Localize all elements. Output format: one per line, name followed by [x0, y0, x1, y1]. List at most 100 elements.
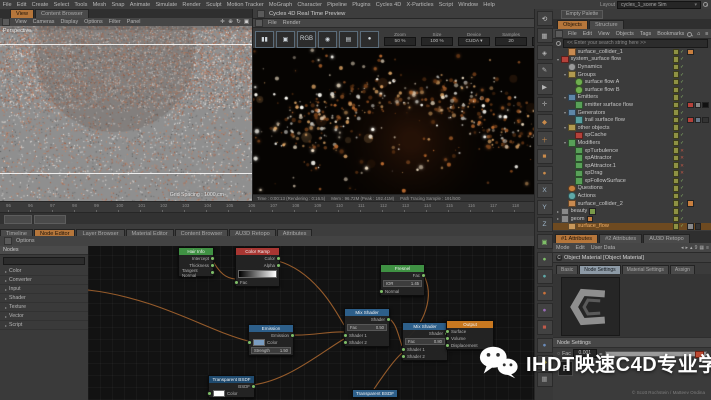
layout-dropdown[interactable]: cycles_1_scene Sim ▾	[617, 1, 701, 9]
tab-node-settings[interactable]: Node Settings	[579, 265, 620, 274]
output-port[interactable]	[251, 384, 256, 389]
visibility-toggles[interactable]: ✓	[673, 140, 685, 147]
menu-pipeline[interactable]: Pipeline	[325, 2, 350, 8]
tag-icon[interactable]	[695, 117, 702, 124]
rotate-icon[interactable]: ↻	[235, 19, 242, 25]
tab--2-attributes[interactable]: #2 Attributes	[599, 234, 642, 243]
tag-icon[interactable]	[687, 223, 694, 230]
menu-script[interactable]: Script	[436, 2, 456, 8]
object-row-dynamics[interactable]: Dynamics✓	[553, 63, 711, 71]
enabled-icon[interactable]: ✓	[680, 223, 684, 229]
tool-icon-13[interactable]: ▣	[537, 234, 553, 249]
keyframe-box[interactable]	[34, 215, 66, 224]
visibility-toggles[interactable]: ✓	[673, 193, 685, 200]
node-category-input[interactable]: ▸Input	[0, 285, 88, 294]
layer-square[interactable]	[673, 162, 680, 169]
enabled-icon[interactable]: ✓	[680, 102, 684, 108]
tool-icon-15[interactable]: ●	[537, 269, 553, 284]
disabled-icon[interactable]: ✕	[680, 155, 684, 161]
input-port[interactable]	[401, 347, 406, 352]
visibility-toggles[interactable]: ✓	[673, 102, 685, 109]
visibility-toggles[interactable]: ✓	[673, 49, 685, 56]
attr-icon[interactable]: ▦	[699, 245, 704, 251]
menu-edit[interactable]: Edit	[580, 31, 595, 37]
layer-square[interactable]	[673, 109, 680, 116]
tag-icon[interactable]	[695, 223, 702, 230]
menu-x-particles[interactable]: X-Particles	[404, 2, 436, 8]
output-port[interactable]	[210, 270, 215, 275]
menu-mode[interactable]: Mode	[553, 245, 573, 251]
tool-icon-14[interactable]: ●	[537, 252, 553, 267]
object-row-other-objects[interactable]: ▾other objects✓	[553, 124, 711, 132]
layer-square[interactable]	[673, 170, 680, 177]
node-transparent-bsdf[interactable]: Transparent BSDFBSDFColor	[208, 375, 255, 398]
layer-square[interactable]	[673, 132, 680, 139]
tab-objects[interactable]: Objects	[557, 20, 588, 29]
object-row-xpturbulence[interactable]: xpTurbulence✕	[553, 147, 711, 155]
tag-icon[interactable]	[687, 200, 694, 207]
input-port[interactable]	[401, 354, 406, 359]
tool-icon-8[interactable]: ■	[537, 149, 553, 164]
enabled-icon[interactable]: ✓	[680, 193, 684, 199]
object-row-modifiers[interactable]: ▾Modifiers✓	[553, 139, 711, 147]
disabled-icon[interactable]: ✕	[680, 163, 684, 169]
layer-square[interactable]	[673, 200, 680, 207]
field-value-device[interactable]: CUDA ▾	[458, 37, 490, 46]
tag-icon[interactable]	[702, 102, 709, 109]
visibility-toggles[interactable]: ✕	[673, 170, 685, 177]
output-port[interactable]	[276, 256, 281, 261]
output-port[interactable]	[210, 263, 215, 268]
menu-tags[interactable]: Tags	[637, 31, 654, 37]
input-port[interactable]	[445, 343, 450, 348]
menu-objects[interactable]: Objects	[613, 31, 637, 37]
node-category-texture[interactable]: ▸Texture	[0, 303, 88, 312]
menu-simulate[interactable]: Simulate	[153, 2, 180, 8]
layer-square[interactable]	[673, 64, 680, 71]
object-row-emitter-surface-flow[interactable]: emitter surface flow✓	[553, 101, 711, 109]
visibility-toggles[interactable]: ✓	[673, 185, 685, 192]
object-row-surface-collider-1[interactable]: surface_collider_1✓	[553, 48, 711, 56]
layer-square[interactable]	[673, 102, 680, 109]
node-transparent-bsdf[interactable]: Transparent BSDF	[352, 389, 398, 398]
node-value-strength[interactable]: Strength1.50	[251, 347, 291, 354]
keyframe-box[interactable]	[4, 215, 32, 224]
layer-square[interactable]	[673, 185, 680, 192]
visibility-toggles[interactable]: ✓	[673, 64, 685, 71]
layer-square[interactable]	[673, 94, 680, 101]
visibility-toggles[interactable]: ✓	[673, 223, 685, 230]
tab-basic[interactable]: Basic	[556, 265, 578, 274]
visibility-toggles[interactable]: ✓	[673, 117, 685, 124]
attr-icon[interactable]: ◂	[681, 245, 684, 251]
home-icon[interactable]: ⌂	[695, 31, 702, 37]
disabled-icon[interactable]: ✕	[680, 148, 684, 154]
field-value-size[interactable]: 100 %	[421, 37, 453, 46]
enabled-icon[interactable]: ✓	[680, 140, 684, 146]
node-value-fac[interactable]: Fac0.80	[405, 338, 445, 345]
enabled-icon[interactable]: ✓	[680, 94, 684, 100]
menu-plugins[interactable]: Plugins	[350, 2, 374, 8]
object-row-surface-collider-2[interactable]: surface_collider_2✓	[553, 200, 711, 208]
list-icon[interactable]: ≡	[703, 31, 710, 37]
menu-mograph[interactable]: MoGraph	[266, 2, 295, 8]
layer-square[interactable]	[673, 147, 680, 154]
render-sphere-button[interactable]: ●	[360, 31, 379, 48]
pause-button[interactable]: ▮▮	[255, 31, 274, 48]
field-value-samples[interactable]: 20	[495, 37, 527, 46]
tab--1-attributes[interactable]: #1 Attributes	[555, 234, 598, 243]
menu-character[interactable]: Character	[295, 2, 325, 8]
nodes-search-input[interactable]	[3, 257, 85, 265]
node-category-vector[interactable]: ▸Vector	[0, 312, 88, 321]
menu-create[interactable]: Create	[29, 2, 51, 8]
enabled-icon[interactable]: ✓	[680, 208, 684, 214]
object-row-xpattractor[interactable]: xpAttractor✕	[553, 154, 711, 162]
layer-square[interactable]	[673, 49, 680, 56]
viewport-3d-view[interactable]	[0, 26, 252, 201]
layer-square[interactable]	[673, 178, 680, 185]
menu-motion-tracker[interactable]: Motion Tracker	[224, 2, 266, 8]
visibility-toggles[interactable]: ✕	[673, 155, 685, 162]
enabled-icon[interactable]: ✓	[680, 178, 684, 184]
input-port[interactable]	[343, 333, 348, 338]
menu-options[interactable]: Options	[81, 19, 106, 25]
zoom-icon[interactable]: ⊕	[227, 19, 234, 25]
node-category-shader[interactable]: ▸Shader	[0, 294, 88, 303]
